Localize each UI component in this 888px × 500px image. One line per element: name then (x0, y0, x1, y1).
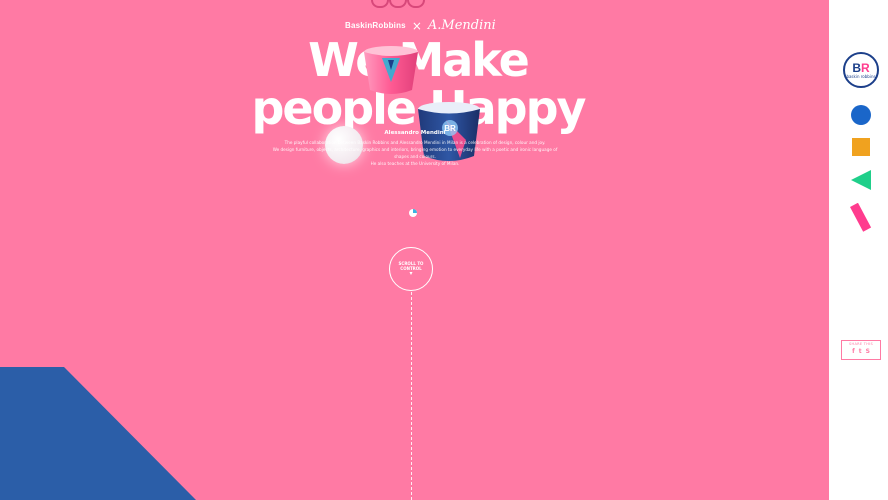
scroll-to-control-button[interactable]: SCROLL TO CONTROL ▾ (389, 247, 433, 291)
facebook-icon[interactable]: f (852, 348, 855, 356)
triangle-shape-button[interactable] (851, 170, 873, 190)
small-decoration-icon (409, 209, 417, 217)
logo-letter-r: R (861, 60, 870, 75)
square-shape-button[interactable] (852, 138, 870, 156)
main-stage: BaskinRobbins × A.Mendini We Make people… (0, 0, 829, 500)
baskin-robbins-logo[interactable]: BR baskin robbins (843, 52, 879, 88)
scroll-guide-line (411, 292, 412, 500)
share-box: SHARE THIS f t S (841, 340, 881, 360)
intro-text: Alessandro Mendini The playful collabora… (270, 130, 560, 167)
designer-name: Alessandro Mendini (384, 130, 446, 136)
share-icon[interactable]: S (866, 348, 870, 356)
intro-paragraph-2: We design furniture, objects, architectu… (272, 147, 558, 159)
share-label: SHARE THIS (848, 342, 874, 346)
blue-decorative-shape (0, 367, 196, 500)
top-decoration (365, 0, 425, 8)
logo-letter-b: B (852, 60, 861, 75)
circle-shape-button[interactable] (851, 105, 871, 125)
twitter-icon[interactable]: t (859, 348, 862, 356)
pink-ice-cream-cup-icon (364, 46, 418, 94)
logo-subtitle: baskin robbins (846, 73, 876, 79)
baskin-robbins-wordmark[interactable]: BaskinRobbins (345, 21, 406, 30)
intro-paragraph-3: He also teaches at the University of Mil… (370, 161, 460, 166)
intro-paragraph-1: The playful collaboration between Baskin… (284, 140, 546, 145)
collab-logos: BaskinRobbins × A.Mendini (345, 18, 496, 33)
chevron-down-icon: ▾ (409, 270, 413, 277)
mendini-signature[interactable]: A.Mendini (428, 18, 496, 33)
collab-x-symbol: × (411, 18, 422, 33)
rectangle-shape-button[interactable] (849, 203, 873, 233)
